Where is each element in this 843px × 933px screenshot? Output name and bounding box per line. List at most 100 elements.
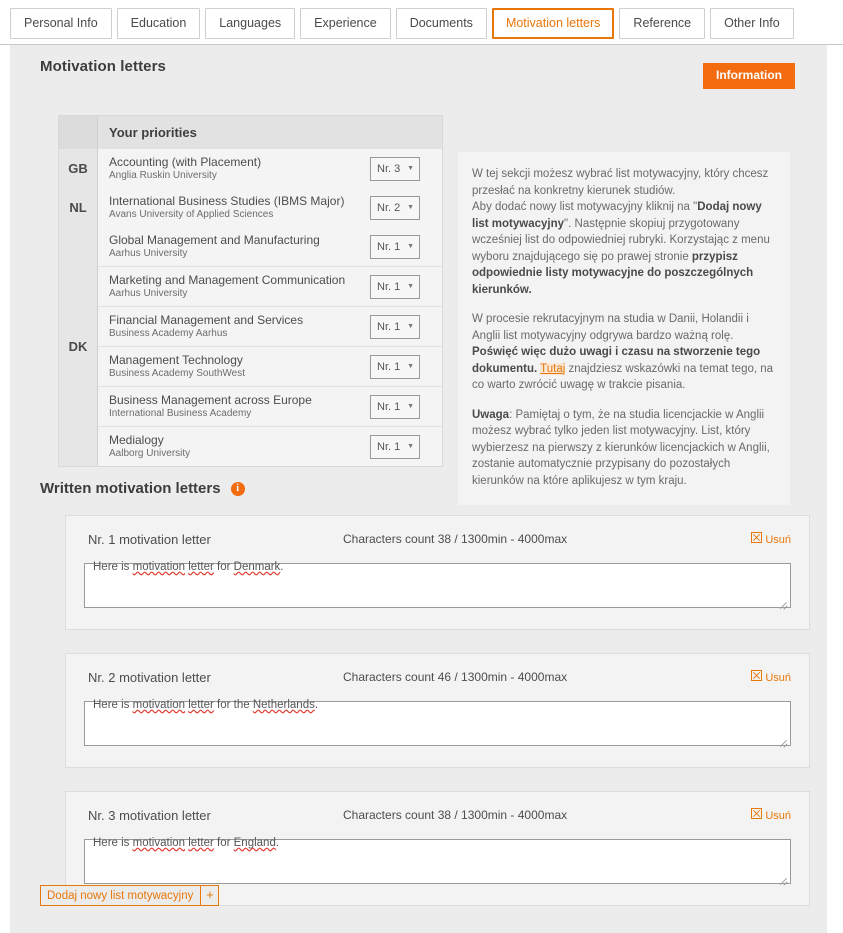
- letter-number-value: Nr. 1: [377, 400, 401, 413]
- add-motivation-letter-button[interactable]: Dodaj nowy list motywacyjny +: [40, 885, 220, 906]
- characters-count-label: Characters count 46 / 1300min - 4000max: [343, 670, 568, 684]
- info-circle-icon[interactable]: i: [230, 482, 245, 496]
- chevron-down-icon: ▼: [407, 164, 414, 172]
- letter-textarea[interactable]: [84, 563, 791, 608]
- delete-letter-button[interactable]: Usuń: [751, 532, 791, 546]
- tab-reference[interactable]: Reference: [619, 8, 706, 39]
- header-select-cell: [370, 116, 442, 149]
- priority-row: Medialogy Aalborg University Nr. 1 ▼: [98, 427, 442, 466]
- info-paragraph-1: W tej sekcji możesz wybrać list motywacy…: [472, 166, 774, 298]
- program-name: Medialogy: [109, 432, 164, 447]
- priority-info: Medialogy Aalborg University: [98, 432, 370, 460]
- letter-number-value: Nr. 2: [377, 201, 401, 214]
- letter-textarea-wrap: Here is motivation letter for Denmark.: [84, 554, 791, 611]
- tab-documents[interactable]: Documents: [395, 8, 487, 39]
- program-name: Management Technology: [109, 352, 243, 367]
- letter-number-select[interactable]: Nr. 1 ▼: [370, 394, 420, 419]
- tab-experience[interactable]: Experience: [300, 8, 391, 39]
- priority-select-cell: Nr. 1 ▼: [370, 234, 442, 259]
- country-code-cell: DK: [59, 227, 98, 466]
- priority-select-cell: Nr. 1 ▼: [370, 394, 442, 419]
- priority-select-cell: Nr. 1 ▼: [370, 354, 442, 379]
- program-name: Financial Management and Services: [109, 312, 304, 327]
- tab-education[interactable]: Education: [116, 8, 201, 39]
- letter-textarea-wrap: Here is motivation letter for the Nether…: [84, 692, 791, 749]
- priority-row: Management Technology Business Academy So…: [98, 347, 442, 387]
- priority-row: Accounting (with Placement) Anglia Ruskin…: [98, 149, 442, 188]
- chevron-down-icon: ▼: [407, 322, 414, 330]
- delete-x-icon: [751, 670, 763, 681]
- header-country-cell: [59, 116, 98, 149]
- tab-other-info[interactable]: Other Info: [710, 8, 794, 39]
- info-p1-a: W tej sekcji możesz wybrać list motywacy…: [472, 168, 769, 197]
- priority-select-cell: Nr. 2 ▼: [370, 195, 442, 220]
- institution-name: International Business Academy: [109, 407, 252, 419]
- letter-number-select[interactable]: Nr. 3 ▼: [370, 156, 420, 181]
- priority-info: Accounting (with Placement) Anglia Ruskin…: [98, 154, 370, 182]
- letter-number-select[interactable]: Nr. 2 ▼: [370, 195, 420, 220]
- letter-number-select[interactable]: Nr. 1 ▼: [370, 434, 420, 459]
- delete-letter-button[interactable]: Usuń: [751, 808, 791, 822]
- letter-number-select[interactable]: Nr. 1 ▼: [370, 274, 420, 299]
- letter-title: Nr. 2 motivation letter: [88, 670, 211, 685]
- info-tutaj-link[interactable]: Tutaj: [540, 362, 566, 375]
- delete-letter-button[interactable]: Usuń: [751, 670, 791, 684]
- delete-x-icon: [751, 808, 763, 819]
- chevron-down-icon: ▼: [407, 242, 414, 250]
- group-rows: Accounting (with Placement) Anglia Ruskin…: [98, 149, 442, 188]
- priorities-table: Your priorities GB Accounting (with Place…: [58, 115, 443, 467]
- priorities-group-dk: DK Global Management and Manufacturing Aar…: [59, 227, 442, 466]
- chevron-down-icon: ▼: [407, 402, 414, 410]
- institution-name: Business Academy SouthWest: [109, 367, 245, 379]
- letter-number-select[interactable]: Nr. 1 ▼: [370, 314, 420, 339]
- institution-name: Aarhus University: [109, 247, 188, 259]
- info-p3-a: : Pamiętaj o tym, że na studia licencjac…: [472, 408, 770, 487]
- tab-motivation-letters[interactable]: Motivation letters: [491, 8, 615, 39]
- letter-number-select[interactable]: Nr. 1 ▼: [370, 234, 420, 259]
- institution-name: Business Academy Aarhus: [109, 327, 228, 339]
- delete-label: Usuń: [765, 672, 791, 684]
- letter-card-header: Nr. 2 motivation letter Characters count …: [84, 670, 791, 692]
- letter-number-value: Nr. 1: [377, 240, 401, 253]
- chevron-down-icon: ▼: [407, 203, 414, 211]
- tab-personal-info[interactable]: Personal Info: [10, 8, 112, 39]
- priority-info: Global Management and Manufacturing Aarhu…: [98, 232, 370, 260]
- priority-row: International Business Studies (IBMS Maj…: [98, 188, 442, 227]
- priority-row: Marketing and Management Communication Aa…: [98, 267, 442, 307]
- priority-info: Financial Management and Services Busines…: [98, 312, 370, 340]
- priority-row: Business Management across Europe Interna…: [98, 387, 442, 427]
- information-button[interactable]: Information: [703, 63, 795, 89]
- program-name: Marketing and Management Communication: [109, 272, 346, 287]
- priority-info: International Business Studies (IBMS Maj…: [98, 194, 370, 221]
- letter-textarea[interactable]: [84, 701, 791, 746]
- priority-row: Global Management and Manufacturing Aarhu…: [98, 227, 442, 267]
- priorities-groups: GB Accounting (with Placement) Anglia Rusk…: [59, 149, 442, 466]
- tab-languages[interactable]: Languages: [205, 8, 296, 39]
- tab-list: Personal Info Education Languages Experienc…: [0, 0, 843, 39]
- letter-number-select[interactable]: Nr. 1 ▼: [370, 354, 420, 379]
- program-name: Business Management across Europe: [109, 392, 312, 407]
- priority-select-cell: Nr. 3 ▼: [370, 156, 442, 181]
- letter-card-header: Nr. 1 motivation letter Characters count …: [84, 532, 791, 554]
- priority-info: Management Technology Business Academy So…: [98, 352, 370, 380]
- info-p2-a: W procesie rekrutacyjnym na studia w Dan…: [472, 313, 749, 342]
- letter-textarea-wrap: Here is motivation letter for England.: [84, 830, 791, 887]
- letter-title: Nr. 1 motivation letter: [88, 532, 211, 547]
- group-rows: International Business Studies (IBMS Maj…: [98, 188, 442, 227]
- written-letters-title: Written motivation letters i: [40, 480, 245, 497]
- country-code-cell: NL: [59, 188, 98, 227]
- priorities-table-header: Your priorities: [59, 116, 442, 149]
- institution-name: Avans University of Applied Sciences: [109, 208, 274, 220]
- letter-number-value: Nr. 1: [377, 320, 401, 333]
- letter-textarea[interactable]: [84, 839, 791, 884]
- letter-number-value: Nr. 3: [377, 162, 401, 175]
- motivation-letter-card: Nr. 2 motivation letter Characters count …: [65, 653, 810, 768]
- priorities-group-gb: GB Accounting (with Placement) Anglia Rusk…: [59, 149, 442, 188]
- info-paragraph-3: Uwaga: Pamiętaj o tym, że na studia lice…: [472, 407, 774, 490]
- priority-info: Business Management across Europe Interna…: [98, 392, 370, 420]
- group-rows: Global Management and Manufacturing Aarhu…: [98, 227, 442, 466]
- written-letters-label: Written motivation letters: [40, 480, 221, 497]
- program-name: Accounting (with Placement): [109, 154, 262, 169]
- tab-bar: Personal Info Education Languages Experienc…: [0, 0, 843, 45]
- program-name: Global Management and Manufacturing: [109, 232, 320, 247]
